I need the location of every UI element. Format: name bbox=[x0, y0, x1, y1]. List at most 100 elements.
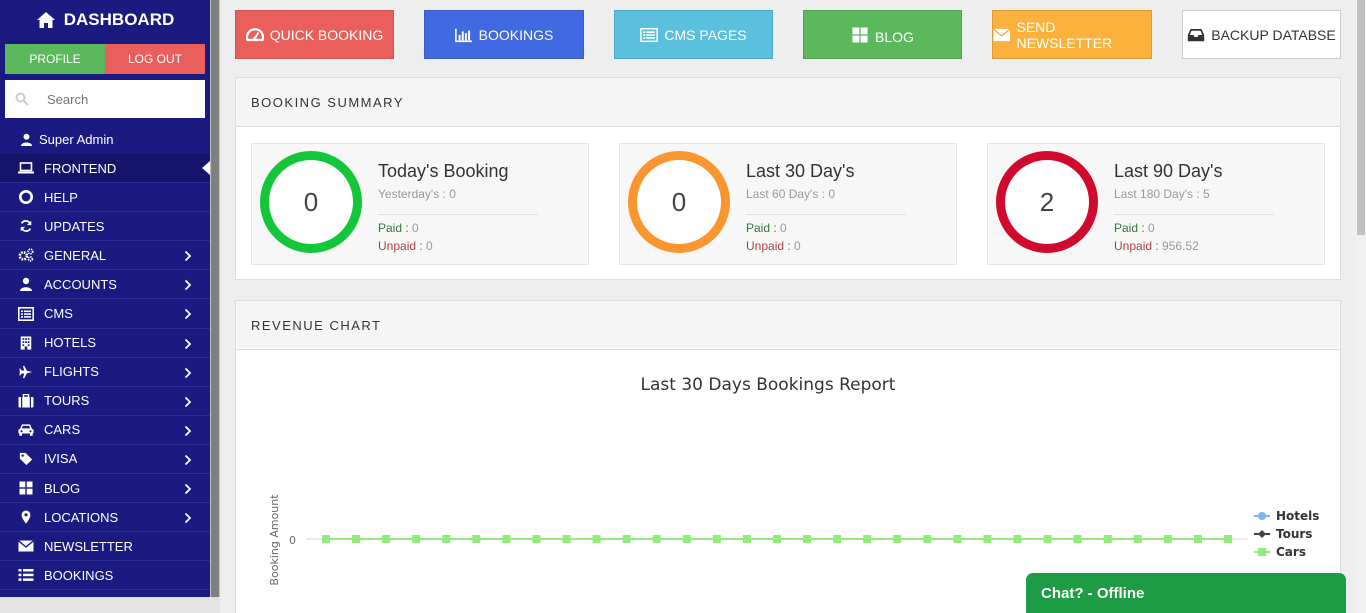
data-point-cars[interactable] bbox=[1043, 535, 1052, 543]
data-point-cars[interactable] bbox=[622, 535, 631, 543]
sidebar-item-blog[interactable]: BLOG bbox=[0, 474, 210, 504]
page-scrollbar-thumb[interactable] bbox=[1357, 0, 1365, 235]
card-previous: Last 180 Day's : 5 bbox=[1114, 187, 1210, 201]
data-point-cars[interactable] bbox=[382, 535, 391, 543]
current-user: Super Admin bbox=[0, 124, 210, 154]
sidebar-item-cms[interactable]: CMS bbox=[0, 299, 210, 329]
unpaid-row: Unpaid : 0 bbox=[378, 239, 433, 253]
data-point-cars[interactable] bbox=[412, 535, 421, 543]
data-point-cars[interactable] bbox=[833, 535, 842, 543]
chevron-right-icon bbox=[184, 425, 192, 436]
user-icon bbox=[20, 133, 33, 146]
paid-label: Paid : bbox=[1114, 221, 1145, 235]
data-point-cars[interactable] bbox=[1013, 535, 1022, 543]
data-point-cars[interactable] bbox=[502, 535, 511, 543]
send-newsletter-button[interactable]: SEND NEWSLETTER bbox=[992, 10, 1152, 59]
sidebar-item-accounts[interactable]: ACCOUNTS bbox=[0, 270, 210, 300]
data-point-cars[interactable] bbox=[352, 535, 361, 543]
booking-summary-heading: BOOKING SUMMARY bbox=[236, 78, 1340, 127]
data-point-cars[interactable] bbox=[893, 535, 902, 543]
quick-booking-label: QUICK BOOKING bbox=[269, 26, 384, 43]
sidebar-item-label: CMS bbox=[44, 306, 73, 322]
chat-widget[interactable]: Chat? - Offline bbox=[1026, 573, 1346, 613]
tag-icon bbox=[19, 452, 33, 466]
bookings-button[interactable]: BOOKINGS bbox=[424, 10, 584, 59]
data-point-cars[interactable] bbox=[803, 535, 812, 543]
logout-button[interactable]: LOG OUT bbox=[105, 44, 205, 74]
data-point-cars[interactable] bbox=[652, 535, 661, 543]
refresh-icon bbox=[20, 220, 32, 233]
page-scrollbar[interactable] bbox=[1356, 0, 1366, 613]
cms-pages-label: CMS PAGES bbox=[664, 26, 747, 43]
data-point-cars[interactable] bbox=[532, 535, 541, 543]
data-point-cars[interactable] bbox=[863, 535, 872, 543]
data-point-cars[interactable] bbox=[983, 535, 992, 543]
quick-booking-button[interactable]: QUICK BOOKING bbox=[235, 10, 394, 59]
revenue-chart-heading: REVENUE CHART bbox=[236, 301, 1340, 350]
data-point-cars[interactable] bbox=[773, 535, 781, 543]
sidebar-item-help[interactable]: HELP bbox=[0, 183, 210, 213]
data-point-cars[interactable] bbox=[923, 535, 932, 543]
divider bbox=[1114, 214, 1274, 215]
sidebar-scrollbar-thumb[interactable] bbox=[211, 0, 219, 597]
data-point-cars[interactable] bbox=[1103, 535, 1112, 543]
sidebar-item-newsletter[interactable]: NEWSLETTER bbox=[0, 532, 210, 562]
sidebar-nav: FRONTEND HELP UPDATES GENERAL ACCOUNTS C… bbox=[0, 154, 210, 591]
search-input[interactable] bbox=[47, 91, 187, 107]
data-point-cars[interactable] bbox=[1163, 535, 1172, 543]
sidebar-item-updates[interactable]: UPDATES bbox=[0, 212, 210, 242]
sidebar-item-hotels[interactable]: HOTELS bbox=[0, 329, 210, 358]
sidebar-item-tours[interactable]: TOURS bbox=[0, 387, 210, 416]
count-ring: 2 bbox=[996, 151, 1098, 253]
legend-item-hotels[interactable]: Hotels bbox=[1254, 509, 1319, 523]
data-point-cars[interactable] bbox=[1193, 535, 1202, 543]
data-point-cars[interactable] bbox=[712, 535, 721, 543]
data-point-cars[interactable] bbox=[742, 535, 751, 543]
data-point-cars[interactable] bbox=[442, 535, 451, 543]
plane-icon bbox=[19, 365, 33, 378]
sidebar-item-general[interactable]: GENERAL bbox=[0, 241, 210, 271]
sidebar-item-cars[interactable]: CARS bbox=[0, 416, 210, 445]
data-point-cars[interactable] bbox=[322, 535, 330, 543]
sidebar-item-ivisa[interactable]: IVISA bbox=[0, 445, 210, 475]
legend-item-cars[interactable]: Cars bbox=[1254, 545, 1306, 559]
cms-pages-button[interactable]: CMS PAGES bbox=[614, 10, 773, 59]
data-point-cars[interactable] bbox=[562, 535, 571, 543]
data-point-cars[interactable] bbox=[1133, 535, 1142, 543]
sidebar-item-label: HELP bbox=[44, 189, 78, 205]
sidebar-item-frontend[interactable]: FRONTEND bbox=[0, 154, 210, 184]
sidebar-item-flights[interactable]: FLIGHTS bbox=[0, 358, 210, 387]
legend-label: Hotels bbox=[1276, 509, 1319, 523]
data-point-cars[interactable] bbox=[1073, 535, 1082, 543]
sidebar-item-label: FLIGHTS bbox=[44, 364, 99, 380]
paid-label: Paid : bbox=[378, 221, 409, 235]
chevron-right-icon bbox=[184, 454, 192, 466]
data-point-cars[interactable] bbox=[472, 535, 481, 543]
legend-item-tours[interactable]: Tours bbox=[1254, 527, 1312, 541]
card-title: Last 90 Day's bbox=[1114, 161, 1223, 181]
data-point-cars[interactable] bbox=[953, 535, 962, 543]
sidebar-item-label: FRONTEND bbox=[44, 160, 117, 176]
profile-button[interactable]: PROFILE bbox=[5, 44, 105, 74]
sidebar-item-label: LOCATIONS bbox=[44, 509, 119, 525]
sidebar-scrollbar[interactable] bbox=[210, 0, 220, 613]
backup-database-button[interactable]: BACKUP DATABSE bbox=[1182, 10, 1341, 59]
envelope-icon bbox=[18, 540, 34, 552]
cogs-icon bbox=[18, 248, 34, 263]
dashboard-gauge-icon bbox=[245, 27, 264, 41]
data-point-cars[interactable] bbox=[1224, 535, 1232, 543]
sidebar-item-label: UPDATES bbox=[44, 218, 105, 234]
sidebar-item-locations[interactable]: LOCATIONS bbox=[0, 503, 210, 533]
sidebar-item-label: BLOG bbox=[44, 480, 81, 496]
sidebar-search[interactable] bbox=[5, 80, 205, 118]
card-previous: Yesterday's : 0 bbox=[378, 187, 456, 201]
data-point-cars[interactable] bbox=[682, 535, 691, 543]
blog-button[interactable]: BLOG bbox=[803, 10, 962, 59]
sidebar-item-bookings[interactable]: BOOKINGS bbox=[0, 561, 210, 591]
unpaid-value: 956.52 bbox=[1162, 239, 1199, 253]
legend-label: Tours bbox=[1276, 527, 1312, 541]
dashboard-header[interactable]: DASHBOARD bbox=[0, 0, 210, 40]
unpaid-label: Unpaid : bbox=[378, 239, 423, 253]
user-name: Super Admin bbox=[39, 131, 114, 147]
data-point-cars[interactable] bbox=[592, 535, 601, 543]
